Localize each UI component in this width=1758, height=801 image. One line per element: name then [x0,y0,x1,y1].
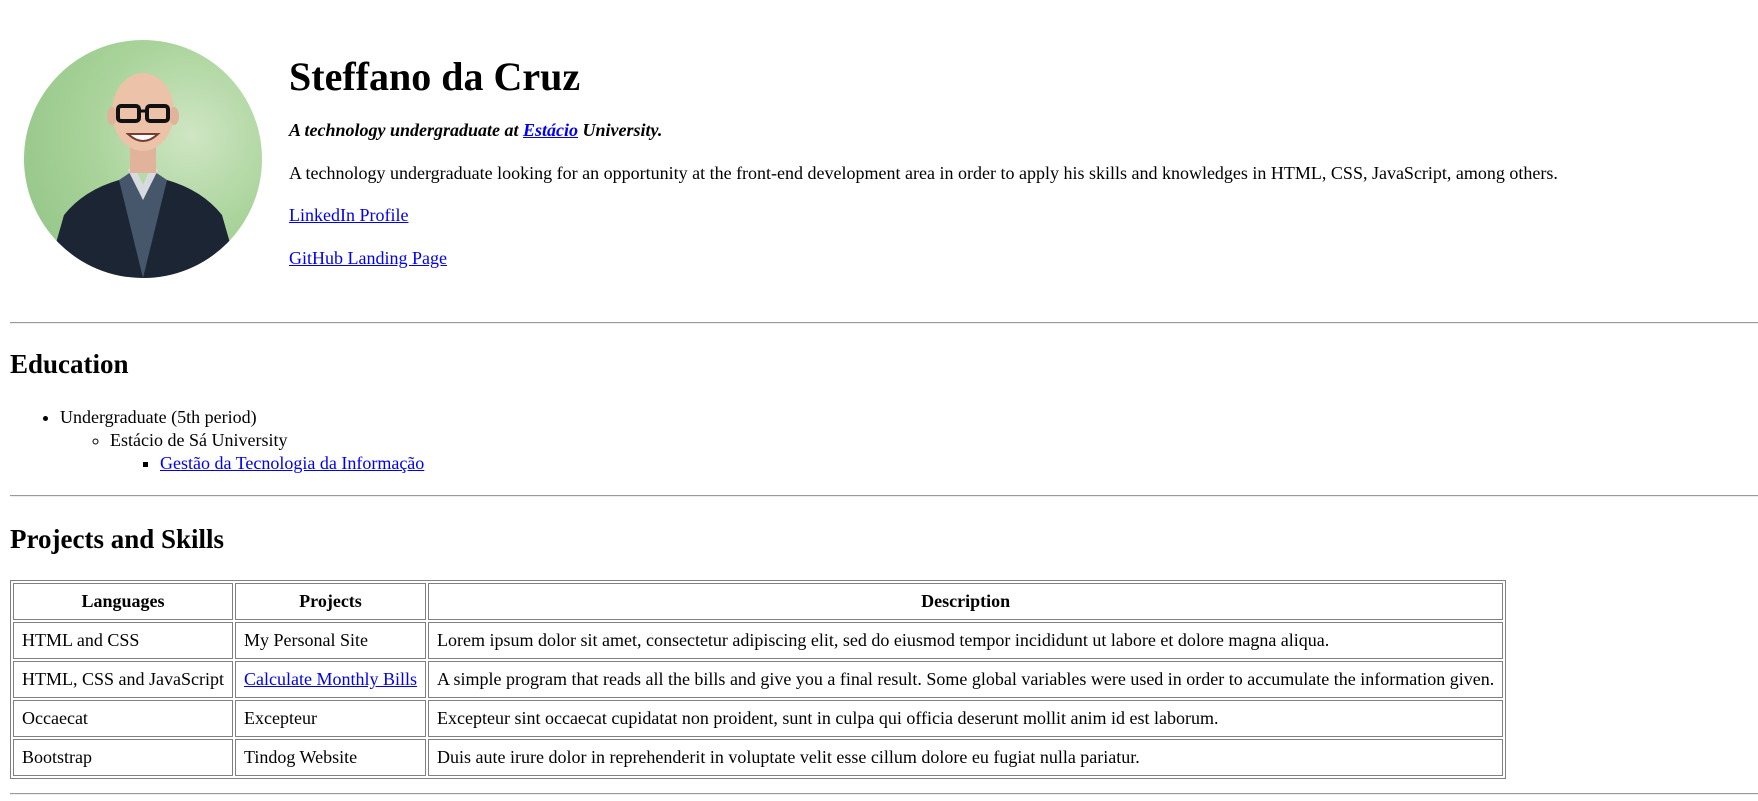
column-header-description: Description [428,583,1504,620]
table-header-row: Languages Projects Description [13,583,1504,620]
list-item: Estácio de Sá University Gestão da Tecno… [110,429,424,475]
university-link[interactable]: Estácio [523,120,578,140]
column-header-languages: Languages [13,583,233,620]
education-course-list: Gestão da Tecnologia da Informação [110,452,424,475]
tagline-prefix: A technology undergraduate at [289,120,519,140]
portrait-illustration [46,73,240,278]
cell-description: Excepteur sint occaecat cupidatat non pr… [428,700,1504,737]
table-row: Occaecat Excepteur Excepteur sint occaec… [13,700,1504,737]
cell-description: Duis aute irure dolor in reprehenderit i… [428,739,1504,776]
education-heading: Education [10,349,129,379]
linkedin-link[interactable]: LinkedIn Profile [289,205,408,225]
education-school: Estácio de Sá University [110,430,288,450]
cell-project: Tindog Website [235,739,426,776]
cell-description: A simple program that reads all the bill… [428,661,1504,698]
divider [10,495,1758,497]
tagline-suffix: University. [582,120,663,140]
github-link[interactable]: GitHub Landing Page [289,248,447,268]
education-level: Undergraduate (5th period) [60,407,257,427]
course-link[interactable]: Gestão da Tecnologia da Informação [160,453,424,473]
divider [10,793,1758,795]
table-row: HTML and CSS My Personal Site Lorem ipsu… [13,622,1504,659]
cell-language: HTML and CSS [13,622,233,659]
cell-language: HTML, CSS and JavaScript [13,661,233,698]
projects-heading: Projects and Skills [10,524,225,554]
cell-description: Lorem ipsum dolor sit amet, consectetur … [428,622,1504,659]
cell-project: Excepteur [235,700,426,737]
projects-table: Languages Projects Description HTML and … [10,580,1507,779]
divider [10,322,1758,324]
cell-project: Calculate Monthly Bills [235,661,426,698]
list-item: Gestão da Tecnologia da Informação [160,452,424,475]
table-row: HTML, CSS and JavaScript Calculate Month… [13,661,1504,698]
education-sublist: Estácio de Sá University Gestão da Tecno… [60,429,424,475]
list-item: Undergraduate (5th period) Estácio de Sá… [60,406,424,475]
column-header-projects: Projects [235,583,426,620]
tagline: A technology undergraduate at Estácio Un… [289,120,1749,142]
cell-language: Occaecat [13,700,233,737]
cell-language: Bootstrap [13,739,233,776]
summary-text: A technology undergraduate looking for a… [289,162,1558,183]
table-row: Bootstrap Tindog Website Duis aute irure… [13,739,1504,776]
profile-photo [24,40,262,278]
page-title: Steffano da Cruz [289,54,581,99]
intro-section: Steffano da Cruz A technology undergradu… [289,44,1749,269]
cell-project: My Personal Site [235,622,426,659]
project-link[interactable]: Calculate Monthly Bills [244,669,417,689]
education-list: Undergraduate (5th period) Estácio de Sá… [10,406,424,475]
